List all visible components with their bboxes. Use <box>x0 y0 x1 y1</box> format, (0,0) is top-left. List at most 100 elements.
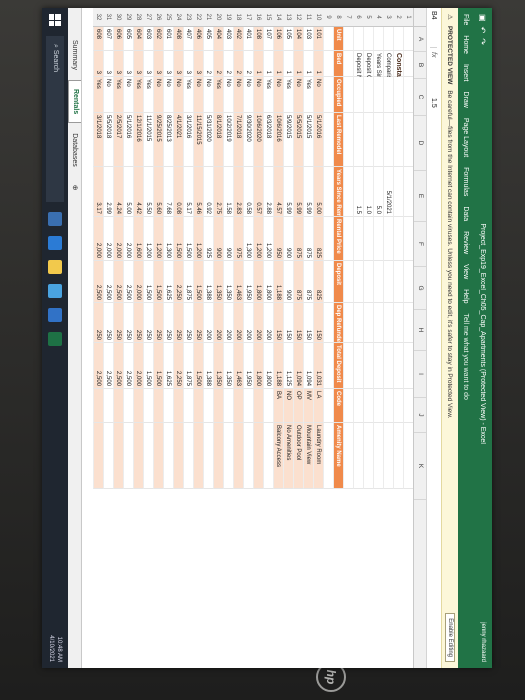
row-header[interactable]: 9 <box>323 8 333 27</box>
cell-bed[interactable]: 3 <box>183 51 193 77</box>
cell-yrs[interactable]: 5.99 <box>303 167 313 217</box>
cell[interactable] <box>113 389 123 423</box>
column-header-j[interactable]: J <box>414 398 426 433</box>
cell[interactable] <box>383 77 393 113</box>
cell-date[interactable]: 3/1/2016 <box>183 113 193 167</box>
cell-yrs[interactable]: 2.88 <box>263 167 273 217</box>
row-header[interactable]: 30 <box>113 8 123 27</box>
cell-unit[interactable]: 602 <box>153 27 163 51</box>
row-header[interactable]: 19 <box>223 8 233 27</box>
cell-tot[interactable]: 1,500 <box>143 343 153 389</box>
cell-tot[interactable]: 1,875 <box>183 343 193 389</box>
cell[interactable] <box>143 423 153 489</box>
cell-yrs[interactable]: 5.46 <box>193 167 203 217</box>
cell-bed[interactable]: 3 <box>193 51 203 77</box>
cell-bed[interactable]: 2 <box>203 51 213 77</box>
constant-value[interactable]: 1.5 <box>353 167 363 217</box>
ribbon-tab-home[interactable]: Home <box>463 35 470 54</box>
cell[interactable] <box>153 389 163 423</box>
cell[interactable] <box>133 389 143 423</box>
cell-bed[interactable]: 1 <box>263 51 273 77</box>
cell[interactable] <box>353 27 363 51</box>
cell[interactable] <box>403 113 413 167</box>
cell-ref[interactable]: 250 <box>173 303 183 343</box>
cell-bed[interactable]: 3 <box>133 51 143 77</box>
cell-rent[interactable]: 825 <box>313 217 323 261</box>
cell[interactable] <box>103 389 113 423</box>
cell[interactable] <box>403 389 413 423</box>
ribbon-tab-data[interactable]: Data <box>463 206 470 221</box>
cell[interactable] <box>323 303 333 343</box>
cell-tot[interactable]: 2,500 <box>123 343 133 389</box>
amenity-code[interactable]: LA <box>313 389 323 423</box>
cell-unit[interactable]: 605 <box>123 27 133 51</box>
cell[interactable] <box>343 303 353 343</box>
cell-dep[interactable]: 1,625 <box>163 261 173 303</box>
cell-ref[interactable]: 250 <box>143 303 153 343</box>
column-header-d[interactable]: D <box>414 116 426 171</box>
row-header[interactable]: 3 <box>383 8 393 27</box>
cell-date[interactable]: 5/1/2016 <box>123 113 133 167</box>
cell[interactable] <box>163 423 173 489</box>
row-header[interactable]: 25 <box>163 8 173 27</box>
cell-rent[interactable]: 950 <box>273 217 283 261</box>
cell[interactable] <box>223 423 233 489</box>
cell-unit[interactable]: 604 <box>133 27 143 51</box>
cell[interactable] <box>103 423 113 489</box>
cell-tot[interactable]: 1,500 <box>153 343 163 389</box>
cell[interactable] <box>373 77 383 113</box>
cell[interactable] <box>353 217 363 261</box>
cell-date[interactable]: 5/1/2015 <box>303 113 313 167</box>
cell[interactable] <box>323 423 333 489</box>
cell-rent[interactable]: 1,500 <box>173 217 183 261</box>
ribbon-tab-view[interactable]: View <box>463 264 470 279</box>
add-sheet-icon[interactable]: ⊕ <box>69 177 81 199</box>
cell-bed[interactable]: 1 <box>303 51 313 77</box>
cell-dep[interactable]: 2,000 <box>133 261 143 303</box>
cell[interactable] <box>403 51 413 77</box>
cell-date[interactable]: 7/1/2018 <box>233 113 243 167</box>
cell-rent[interactable]: 2,000 <box>123 217 133 261</box>
cell-date[interactable]: 5/5/2018 <box>103 113 113 167</box>
cell-bed[interactable]: 1 <box>293 51 303 77</box>
cell[interactable] <box>343 51 353 77</box>
cell-ref[interactable]: 150 <box>273 303 283 343</box>
row-header[interactable]: 21 <box>203 8 213 27</box>
column-header-b[interactable]: B <box>414 52 426 79</box>
cell-rent[interactable]: 2,000 <box>103 217 113 261</box>
cell-occ[interactable]: No <box>273 77 283 113</box>
cell[interactable] <box>173 389 183 423</box>
cell[interactable] <box>143 389 153 423</box>
cell-dep[interactable]: 2,500 <box>103 261 113 303</box>
row-header[interactable]: 12 <box>293 8 303 27</box>
table-header-cell[interactable]: Last Remodel <box>333 113 343 167</box>
cell-unit[interactable]: 407 <box>183 27 193 51</box>
cell[interactable] <box>183 389 193 423</box>
cell[interactable] <box>383 113 393 167</box>
cell[interactable] <box>373 217 383 261</box>
constant-label[interactable]: Deposit Newer (Rent*1.5) <box>353 51 363 121</box>
cell-tot[interactable]: 1,800 <box>253 343 263 389</box>
cell[interactable] <box>393 167 403 217</box>
cell-date[interactable]: 9/25/2015 <box>153 113 163 167</box>
cell[interactable] <box>213 389 223 423</box>
windows-start-icon[interactable] <box>49 14 61 26</box>
cell[interactable] <box>263 423 273 489</box>
constants-title[interactable]: Constants for Formulas <box>393 51 403 132</box>
sheet-tab-summary[interactable]: Summary <box>69 32 81 78</box>
cell-date[interactable]: 4/1/2021 <box>173 113 183 167</box>
cell[interactable] <box>363 343 373 389</box>
cell-yrs[interactable]: 5.00 <box>313 167 323 217</box>
cell[interactable] <box>393 343 403 389</box>
mail-icon[interactable] <box>48 308 62 322</box>
column-header-e[interactable]: E <box>414 171 426 222</box>
cell-rent[interactable]: 900 <box>213 217 223 261</box>
cell-date[interactable]: 5/5/2015 <box>293 113 303 167</box>
cell[interactable] <box>403 303 413 343</box>
cell-ref[interactable]: 200 <box>203 303 213 343</box>
cell-date[interactable]: 12/1/2016 <box>133 113 143 167</box>
cell[interactable] <box>203 389 213 423</box>
cell-rent[interactable]: 925 <box>203 217 213 261</box>
column-header-c[interactable]: C <box>414 79 426 116</box>
cell-bed[interactable]: 2 <box>243 51 253 77</box>
